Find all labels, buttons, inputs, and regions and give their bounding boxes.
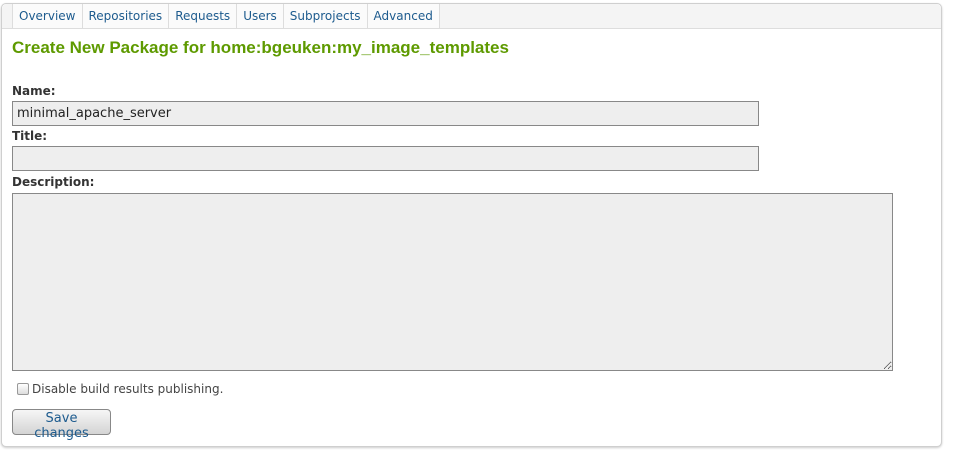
disable-publish-label: Disable build results publishing. [32,382,224,396]
title-label: Title: [12,129,48,143]
disable-publish-checkbox[interactable]: Disable build results publishing. [17,382,223,396]
tab-requests[interactable]: Requests [169,4,238,28]
tab-subprojects[interactable]: Subprojects [283,4,368,28]
tab-bar: Overview Repositories Requests Users Sub… [2,4,941,29]
tab-overview[interactable]: Overview [13,4,83,28]
description-textarea[interactable] [12,193,893,371]
title-input[interactable] [12,146,759,171]
name-label: Name: [12,84,56,98]
tab-repositories[interactable]: Repositories [82,4,170,28]
name-input[interactable]: minimal_apache_server [12,101,759,126]
save-changes-button[interactable]: Save changes [12,409,111,441]
checkbox-icon[interactable] [17,383,29,395]
tab-advanced[interactable]: Advanced [367,4,440,28]
package-form-panel: Overview Repositories Requests Users Sub… [1,3,942,447]
tab-users[interactable]: Users [237,4,284,28]
page-title: Create New Package for home:bgeuken:my_i… [12,38,509,57]
description-label: Description: [12,175,95,189]
